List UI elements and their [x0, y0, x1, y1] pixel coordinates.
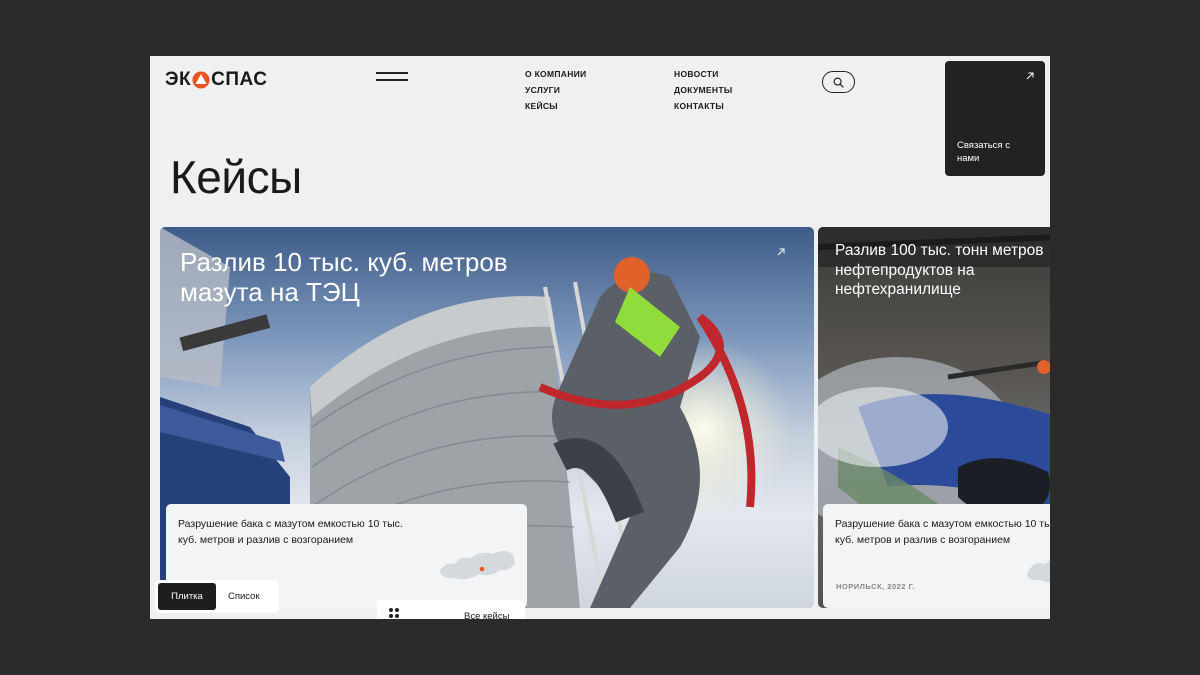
- logo-text-left: ЭК: [165, 69, 192, 90]
- contact-us-button[interactable]: Связаться с нами: [945, 61, 1045, 176]
- logo-text-right: СПАС: [211, 69, 268, 90]
- nav-link-contacts[interactable]: КОНТАКТЫ: [674, 101, 732, 112]
- contact-us-label: Связаться с нами: [957, 140, 1010, 164]
- nav-column-2: НОВОСТИ ДОКУМЕНТЫ КОНТАКТЫ: [674, 69, 732, 112]
- nav-link-cases[interactable]: КЕЙСЫ: [525, 101, 586, 112]
- case-info-panel: Разрушение бака с мазутом емкостью 10 ты…: [823, 504, 1050, 608]
- case-title: Разлив 10 тыс. куб. метров мазута на ТЭЦ: [180, 247, 508, 307]
- view-tile-button[interactable]: Плитка: [158, 583, 216, 610]
- nav-link-services[interactable]: УСЛУГИ: [525, 85, 586, 96]
- nav-column-1: О КОМПАНИИ УСЛУГИ КЕЙСЫ: [525, 69, 586, 112]
- nav-link-news[interactable]: НОВОСТИ: [674, 69, 732, 80]
- search-button[interactable]: [822, 71, 855, 93]
- all-cases-label: Все кейсы: [464, 611, 510, 619]
- case-card[interactable]: Разлив 10 тыс. куб. метров мазута на ТЭЦ…: [160, 227, 814, 608]
- case-description: Разрушение бака с мазутом емкостью 10 ты…: [178, 518, 403, 546]
- arrow-up-right-icon: [777, 248, 785, 256]
- russia-map-icon: [439, 551, 515, 580]
- view-list-button[interactable]: Список: [216, 583, 272, 610]
- case-title: Разлив 100 тыс. тонн метров нефтепродукт…: [835, 242, 1044, 298]
- case-meta: НОРИЛЬСК, 2022 Г.: [836, 582, 915, 591]
- view-toggle: Плитка Список: [155, 580, 279, 613]
- search-icon: [833, 77, 844, 88]
- case-card[interactable]: Разлив 100 тыс. тонн метров нефтепродукт…: [818, 227, 1050, 608]
- arrow-up-right-icon: [1026, 72, 1034, 80]
- russia-map-icon: [1027, 560, 1050, 583]
- case-description: Разрушение бака с мазутом емкостью 10 ты…: [835, 518, 1050, 546]
- grid-dots-icon: [389, 608, 401, 619]
- all-cases-button[interactable]: Все кейсы: [377, 600, 525, 619]
- page: ЭК СПАС О КОМПАНИИ УСЛУГИ КЕЙСЫ НОВОСТИ …: [150, 56, 1050, 619]
- page-title: Кейсы: [170, 151, 302, 203]
- nav-link-about[interactable]: О КОМПАНИИ: [525, 69, 586, 80]
- menu-icon[interactable]: [376, 70, 408, 82]
- logo-mark-icon: [192, 71, 210, 89]
- nav-link-documents[interactable]: ДОКУМЕНТЫ: [674, 85, 732, 96]
- logo[interactable]: ЭК СПАС: [165, 69, 268, 90]
